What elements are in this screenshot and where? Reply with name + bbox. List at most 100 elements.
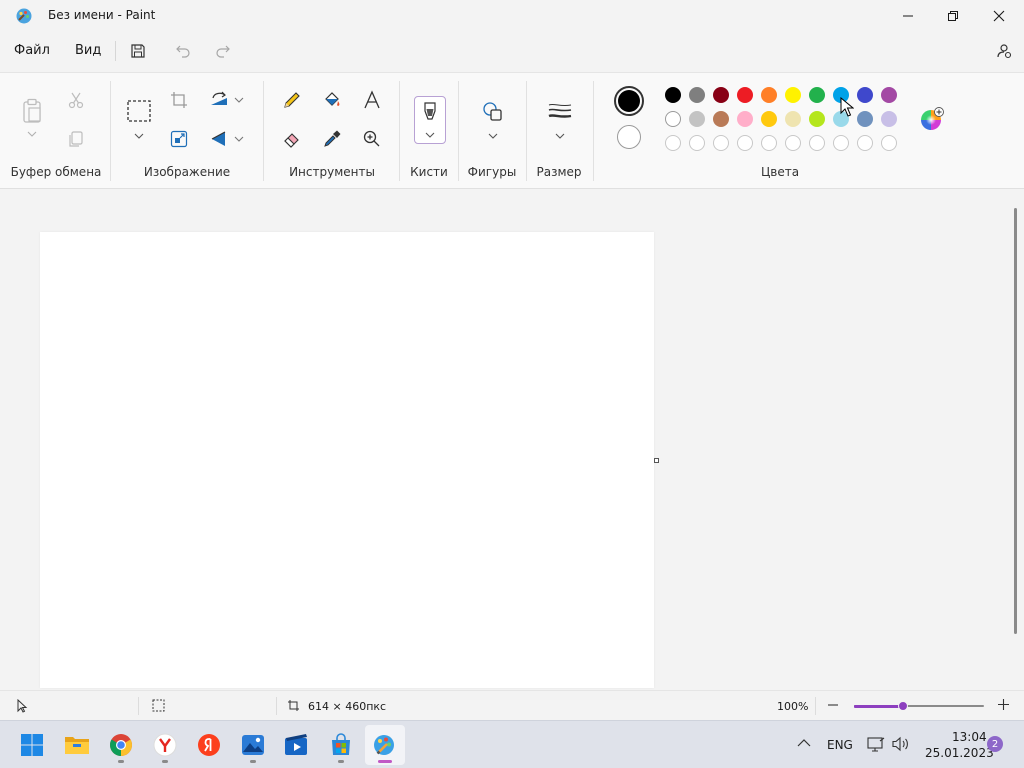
edit-colors-button[interactable]: [919, 107, 945, 133]
taskbar: ENG 13:04 25.01.2023: [0, 720, 1024, 768]
chevron-down-icon: [234, 136, 244, 142]
palette-swatch[interactable]: [809, 87, 825, 103]
resize-button[interactable]: [169, 129, 189, 149]
custom-color-slot[interactable]: [857, 135, 873, 151]
zoom-slider-thumb[interactable]: [898, 701, 908, 711]
palette-swatch[interactable]: [737, 87, 753, 103]
taskbar-chrome[interactable]: [101, 725, 141, 765]
taskbar-yandex[interactable]: [189, 725, 229, 765]
language-indicator[interactable]: ENG: [827, 738, 853, 752]
text-button[interactable]: [361, 89, 383, 111]
magnifier-button[interactable]: [361, 128, 383, 150]
custom-color-slot[interactable]: [761, 135, 777, 151]
vertical-scrollbar[interactable]: [1014, 208, 1017, 634]
clock-time[interactable]: 13:04: [952, 730, 987, 744]
palette-swatch[interactable]: [857, 87, 873, 103]
save-button[interactable]: [127, 40, 149, 62]
close-button[interactable]: [976, 0, 1022, 32]
shapes-button[interactable]: [481, 100, 505, 124]
custom-color-slot[interactable]: [689, 135, 705, 151]
copy-button[interactable]: [66, 129, 86, 149]
group-label-size: Размер: [536, 165, 582, 179]
running-indicator: [250, 760, 256, 763]
undo-button[interactable]: [172, 40, 194, 62]
pencil-button[interactable]: [281, 89, 303, 111]
custom-color-slot[interactable]: [809, 135, 825, 151]
color-picker-button[interactable]: [321, 128, 343, 150]
flip-button[interactable]: [208, 128, 230, 150]
taskbar-microsoft-store[interactable]: [321, 725, 361, 765]
custom-color-slot[interactable]: [713, 135, 729, 151]
show-hidden-icons-button[interactable]: [797, 738, 811, 747]
redo-button[interactable]: [212, 40, 234, 62]
color-1-selector[interactable]: [614, 86, 644, 116]
palette-swatch[interactable]: [785, 111, 801, 127]
group-label-shapes: Фигуры: [467, 165, 517, 179]
menu-file[interactable]: Файл: [14, 43, 50, 58]
save-icon: [130, 43, 146, 59]
status-bar: 614 × 460пкс 100%: [0, 690, 1024, 720]
redo-icon: [215, 43, 231, 59]
network-icon[interactable]: [867, 736, 885, 752]
palette-swatch[interactable]: [761, 87, 777, 103]
palette-swatch[interactable]: [713, 87, 729, 103]
menu-view[interactable]: Вид: [75, 43, 101, 58]
zoom-slider-track[interactable]: [854, 701, 984, 711]
custom-color-slot[interactable]: [881, 135, 897, 151]
custom-color-slot[interactable]: [665, 135, 681, 151]
shapes-dropdown[interactable]: [488, 133, 498, 139]
palette-swatch[interactable]: [665, 87, 681, 103]
taskbar-paint[interactable]: [365, 725, 405, 765]
taskbar-movies-tv[interactable]: [277, 725, 317, 765]
file-explorer-icon: [64, 734, 90, 756]
minimize-button[interactable]: [885, 0, 931, 32]
rotate-button[interactable]: [208, 89, 230, 111]
palette-swatch[interactable]: [761, 111, 777, 127]
eraser-button[interactable]: [281, 128, 303, 150]
color-2-selector[interactable]: [617, 125, 641, 149]
account-settings-button[interactable]: [993, 40, 1015, 62]
notification-badge[interactable]: 2: [987, 736, 1003, 752]
taskbar-photos[interactable]: [233, 725, 273, 765]
crop-button[interactable]: [169, 90, 189, 110]
brushes-button[interactable]: [414, 96, 446, 144]
palette-swatch[interactable]: [857, 111, 873, 127]
rotate-dropdown[interactable]: [234, 97, 244, 103]
palette-swatch[interactable]: [713, 111, 729, 127]
restore-button[interactable]: [930, 0, 976, 32]
palette-swatch[interactable]: [809, 111, 825, 127]
clock-date[interactable]: 25.01.2023: [925, 746, 994, 760]
palette-swatch[interactable]: [689, 111, 705, 127]
zoom-in-button[interactable]: [997, 698, 1010, 711]
custom-color-slot[interactable]: [833, 135, 849, 151]
chevron-down-icon: [555, 133, 565, 139]
canvas-resize-handle[interactable]: [654, 458, 659, 463]
custom-color-slot[interactable]: [737, 135, 753, 151]
taskbar-file-explorer[interactable]: [57, 725, 97, 765]
chrome-icon: [109, 733, 133, 757]
size-button[interactable]: [547, 100, 573, 122]
size-dropdown[interactable]: [555, 133, 565, 139]
volume-icon[interactable]: [892, 736, 910, 752]
palette-swatch[interactable]: [785, 87, 801, 103]
palette-swatch[interactable]: [689, 87, 705, 103]
drawing-canvas[interactable]: [40, 232, 654, 688]
select-dropdown[interactable]: [134, 133, 144, 139]
paste-button[interactable]: [19, 97, 45, 125]
select-button[interactable]: [126, 99, 152, 123]
palette-swatch[interactable]: [881, 87, 897, 103]
group-label-colors: Цвета: [760, 165, 800, 179]
cut-button[interactable]: [66, 90, 86, 110]
pencil-icon: [282, 90, 302, 110]
paste-dropdown[interactable]: [27, 131, 37, 137]
fill-button[interactable]: [321, 89, 343, 111]
flip-dropdown[interactable]: [234, 136, 244, 142]
palette-swatch[interactable]: [665, 111, 681, 127]
paint-icon: [372, 732, 398, 758]
custom-color-slot[interactable]: [785, 135, 801, 151]
start-button[interactable]: [12, 725, 52, 765]
palette-swatch[interactable]: [737, 111, 753, 127]
taskbar-yandex-browser[interactable]: [145, 725, 185, 765]
zoom-out-button[interactable]: [827, 699, 839, 711]
palette-swatch[interactable]: [881, 111, 897, 127]
